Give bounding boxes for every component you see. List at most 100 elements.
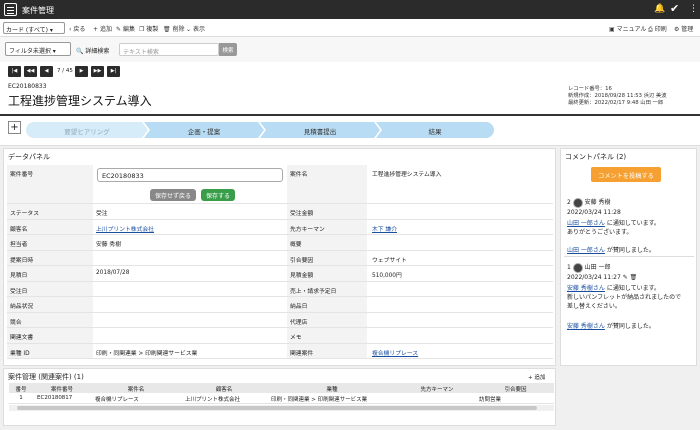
case-no-input[interactable]: EC20180833 bbox=[97, 168, 283, 182]
horizontal-scrollbar[interactable] bbox=[9, 405, 554, 411]
field-value bbox=[369, 297, 553, 312]
back-without-save-button[interactable]: 保存せず戻る bbox=[150, 189, 197, 201]
add-button[interactable]: + 追加 bbox=[93, 24, 112, 33]
data-row: 納品状況 納品日 bbox=[7, 297, 553, 313]
field-value bbox=[369, 204, 553, 219]
record-link[interactable]: 複合機リプレース bbox=[372, 351, 418, 357]
step-result[interactable]: 結果 bbox=[376, 122, 494, 138]
step-hearing[interactable]: 要望ヒアリング bbox=[26, 122, 148, 138]
edit-icon[interactable]: ✎ bbox=[623, 274, 628, 281]
back-button[interactable]: ‹ 戻る bbox=[69, 24, 85, 33]
divider bbox=[564, 256, 694, 257]
field-label: 競合 bbox=[7, 312, 93, 327]
case-name-value: 工程進捗管理システム導入 bbox=[372, 172, 442, 178]
step-estimate[interactable]: 見積書提出 bbox=[260, 122, 380, 138]
comment-2: 2 安藤 秀樹 bbox=[567, 197, 611, 208]
comment-like: 安藤 秀樹さん が賛同しました。 bbox=[567, 323, 655, 330]
manual-link[interactable]: ▣ マニュアル bbox=[609, 24, 646, 33]
field-label: 受注日 bbox=[7, 281, 93, 296]
field-label: 引合要因 bbox=[287, 250, 367, 265]
table-row[interactable]: 1 EC20180817 複合機リプレース 上川プリント株式会社 印刷・同関連業… bbox=[9, 393, 554, 404]
edit-button[interactable]: ✎ 編集 bbox=[116, 24, 135, 33]
field-value: 510,000円 bbox=[372, 273, 402, 279]
more-vertical-icon[interactable]: ⋮ bbox=[689, 4, 698, 14]
next-page-button[interactable]: ▶ bbox=[75, 66, 88, 77]
field-value: 2018/07/28 bbox=[96, 270, 130, 276]
data-row: 顧客名 上川プリント株式会社 先方キーマン 木下 謙介 bbox=[7, 219, 553, 235]
comment-body: ありがとうございます。 bbox=[567, 229, 633, 236]
bell-icon[interactable]: 🔔 bbox=[654, 4, 665, 14]
data-row: 関連文書 メモ bbox=[7, 328, 553, 344]
print-link[interactable]: ⎙ 印刷 bbox=[648, 24, 667, 34]
search-input[interactable]: テキスト検索 bbox=[119, 43, 219, 56]
col-header: 顧客名 bbox=[215, 387, 233, 393]
related-panel: 案件管理 (関連案件) (1) + 追加 番号 案件番号 案件名 顧客名 業種 … bbox=[3, 368, 556, 426]
filter-row: フィルタ未選択 ▾ 🔍 詳細検索 テキスト検索 検索 bbox=[0, 37, 700, 62]
record-link[interactable]: 上川プリント株式会社 bbox=[96, 227, 154, 233]
case-name-label: 案件名 bbox=[287, 165, 367, 203]
field-value bbox=[369, 282, 553, 297]
field-label: 納品状況 bbox=[7, 297, 93, 312]
field-label: メモ bbox=[287, 328, 367, 343]
comment-body: 差し替えください。 bbox=[567, 303, 621, 310]
updated-info: 最終更新：2022/02/17 9:48 山田 一郎 bbox=[568, 100, 664, 106]
comment-like: 山田 一郎さん が賛同しました。 bbox=[567, 247, 655, 254]
prev-page-button[interactable]: ◀ bbox=[40, 66, 53, 77]
data-row: 提案日時 引合要因 ウェブサイト bbox=[7, 250, 553, 266]
trash-icon[interactable]: 🗑 bbox=[630, 274, 638, 281]
record-code: EC20180833 bbox=[8, 83, 47, 90]
field-label: 見積金額 bbox=[287, 266, 367, 281]
field-label: 先方キーマン bbox=[287, 219, 367, 234]
display-button[interactable]: ⌄ 表示 bbox=[186, 24, 205, 33]
check-icon[interactable]: ✔ bbox=[670, 2, 679, 15]
prev-10-button[interactable]: ◀◀ bbox=[24, 66, 37, 77]
like-user-link[interactable]: 安藤 秀樹さん bbox=[567, 323, 605, 330]
record-link[interactable]: 木下 謙介 bbox=[372, 227, 397, 233]
comment-mention: 山田 一郎さん に通知しています。 bbox=[567, 220, 661, 227]
hamburger-menu-icon[interactable] bbox=[4, 3, 17, 16]
data-row: 競合 代理店 bbox=[7, 312, 553, 328]
delete-button[interactable]: 🗑 削除 bbox=[163, 24, 185, 33]
first-page-button[interactable]: |◀ bbox=[8, 66, 21, 77]
data-row: 案件番号 EC20180833 保存せず戻る 保存する 案件名 工程進捗管理シス… bbox=[7, 165, 553, 204]
avatar bbox=[572, 197, 583, 208]
next-10-button[interactable]: ▶▶ bbox=[91, 66, 104, 77]
field-label: 担当者 bbox=[7, 235, 93, 250]
mention-link[interactable]: 安藤 秀樹さん bbox=[567, 285, 605, 292]
data-row: 見積日 2018/07/28 見積金額 510,000円 bbox=[7, 266, 553, 282]
col-header: 業種 bbox=[326, 387, 338, 393]
field-value: 受注 bbox=[96, 211, 108, 217]
comment-panel: コメントパネル (2) コメントを投稿する 2 安藤 秀樹 2022/03/24… bbox=[560, 148, 697, 366]
field-label: 納品日 bbox=[287, 297, 367, 312]
like-user-link[interactable]: 山田 一郎さん bbox=[567, 247, 605, 254]
field-value bbox=[93, 282, 287, 297]
search-button[interactable]: 検索 bbox=[219, 43, 237, 56]
comment-1: 1 山田 一郎 bbox=[567, 262, 611, 273]
field-label: 提案日時 bbox=[7, 250, 93, 265]
field-label: 業種 ID bbox=[7, 343, 93, 358]
col-header: 案件名 bbox=[127, 387, 145, 393]
save-button[interactable]: 保存する bbox=[201, 189, 236, 201]
field-value bbox=[369, 328, 553, 343]
field-label: 顧客名 bbox=[7, 219, 93, 234]
copy-button[interactable]: ❐ 複製 bbox=[139, 24, 158, 33]
last-page-button[interactable]: ▶| bbox=[107, 66, 120, 77]
field-label: 見積日 bbox=[7, 266, 93, 281]
view-select[interactable]: カード (すべて) ▾ bbox=[3, 22, 65, 34]
field-value: 上川プリント株式会社 bbox=[93, 220, 287, 235]
add-step-button[interactable]: + bbox=[8, 121, 21, 134]
related-add-button[interactable]: + 追加 bbox=[528, 373, 545, 381]
mention-link[interactable]: 山田 一郎さん bbox=[567, 220, 605, 227]
col-header: 案件番号 bbox=[50, 387, 73, 393]
step-proposal[interactable]: 企画・提案 bbox=[144, 122, 264, 138]
detail-search-button[interactable]: 🔍 詳細検索 bbox=[76, 46, 109, 55]
post-comment-button[interactable]: コメントを投稿する bbox=[591, 167, 661, 182]
field-value bbox=[93, 297, 287, 312]
field-value: 安藤 秀樹 bbox=[96, 242, 122, 248]
case-no-label: 案件番号 bbox=[7, 165, 93, 203]
field-label: 関連文書 bbox=[7, 328, 93, 343]
comment-body: 新しいパンフレットが納品されましたので bbox=[567, 294, 682, 301]
field-value bbox=[93, 251, 287, 266]
filter-select[interactable]: フィルタ未選択 ▾ bbox=[5, 42, 71, 56]
admin-link[interactable]: ⚙ 管理 bbox=[674, 24, 693, 33]
